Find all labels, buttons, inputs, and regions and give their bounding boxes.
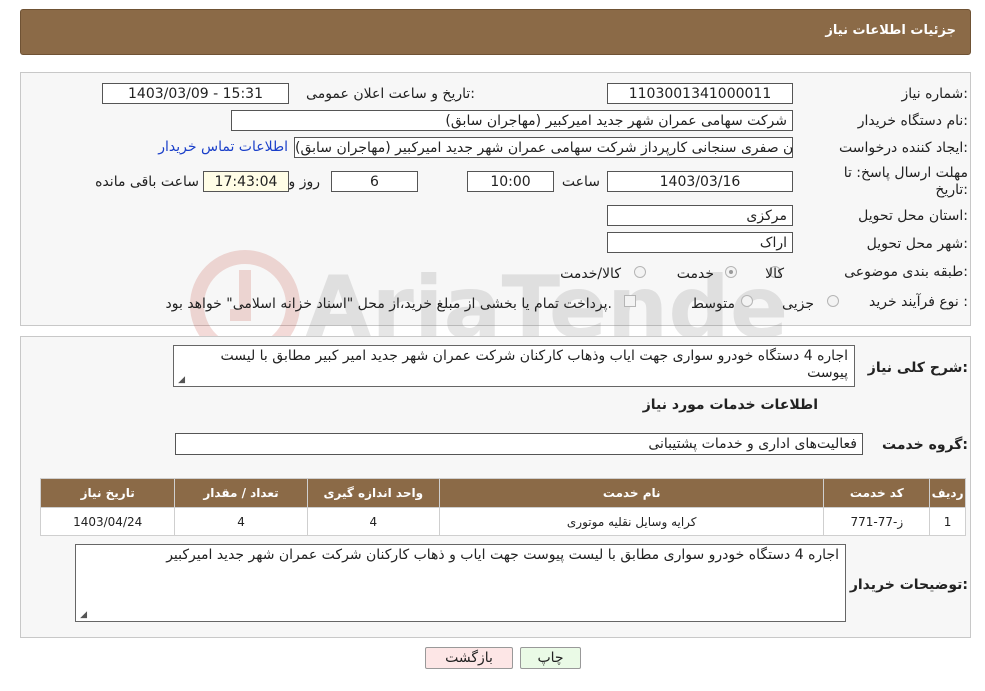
treasury-note: پرداخت تمام یا بخشی از مبلغ خرید،از محل … xyxy=(165,296,612,312)
need-number-field: 1103001341000011 xyxy=(607,83,793,104)
buyer-label: نام دستگاه خریدار: xyxy=(857,113,968,129)
print-button[interactable]: چاپ xyxy=(520,647,581,669)
service-group-field: فعالیت‌های اداری و خدمات پشتیبانی xyxy=(175,433,863,455)
deadline-time-label: ساعت xyxy=(561,174,600,190)
deadline-label-date: تاریخ: xyxy=(935,182,968,198)
col-row-header: ردیف xyxy=(929,478,966,508)
buyer-notes-textarea: اجاره 4 دستگاه خودرو سواری مطابق با لیست… xyxy=(75,544,846,622)
process-partial-radio[interactable] xyxy=(827,295,839,307)
table-header-row: ردیف کد خدمت نام خدمت واحد اندازه گیری ت… xyxy=(39,478,966,508)
remaining-time-field: 17:43:04 xyxy=(203,171,289,192)
service-name-cell: کرایه وسایل نقلیه موتوری xyxy=(438,507,825,536)
deadline-time-field: 10:00 xyxy=(467,171,554,192)
summary-textarea: اجاره 4 دستگاه خودرو سواری جهت ایاب وذها… xyxy=(173,345,855,387)
table-row: 1 ز-77-771 کرایه وسایل نقلیه موتوری 4 4 … xyxy=(39,507,966,536)
summary-label: شرح کلی نیاز: xyxy=(867,360,968,376)
need-date-cell: 1403/04/24 xyxy=(39,507,176,536)
province-label: استان محل تحویل: xyxy=(858,208,968,224)
page-header: جزئیات اطلاعات نیاز xyxy=(20,9,971,55)
days-label: روز و xyxy=(288,174,321,190)
announce-field: 1403/03/09 - 15:31 xyxy=(102,83,289,104)
process-partial-label: جزیی xyxy=(782,296,814,312)
col-unit-header: واحد اندازه گیری xyxy=(306,478,440,508)
city-label: شهر محل تحویل: xyxy=(866,236,968,252)
creator-label: ایجاد کننده درخواست: xyxy=(839,140,968,156)
col-date-header: تاریخ نیاز xyxy=(39,478,176,508)
announce-label: تاریخ و ساعت اعلان عمومی: xyxy=(306,86,475,102)
col-qty-header: تعداد / مقدار xyxy=(174,478,308,508)
category-service-radio[interactable] xyxy=(725,266,737,278)
service-code-cell: ز-77-771 xyxy=(823,507,931,536)
col-code-header: کد خدمت xyxy=(823,478,931,508)
province-field: مرکزی xyxy=(607,205,793,226)
days-field: 6 xyxy=(331,171,418,192)
summary-text: اجاره 4 دستگاه خودرو سواری جهت ایاب وذها… xyxy=(220,348,848,381)
category-goods-service-radio[interactable] xyxy=(634,266,646,278)
buyer-contact-link[interactable]: اطلاعات تماس خریدار xyxy=(158,139,288,155)
services-title: اطلاعات خدمات مورد نیاز xyxy=(642,397,818,413)
category-goods-service-label: کالا/خدمت xyxy=(560,266,621,282)
page-title: جزئیات اطلاعات نیاز xyxy=(825,23,956,38)
process-medium-radio[interactable] xyxy=(741,295,753,307)
deadline-label: مهلت ارسال پاسخ: تا xyxy=(843,165,968,181)
need-number-label: شماره نیاز: xyxy=(901,86,968,102)
back-button[interactable]: بازگشت xyxy=(425,647,513,669)
buyer-notes-label: توضیحات خریدار: xyxy=(849,577,968,593)
resize-handle-icon[interactable]: ◢ xyxy=(78,611,87,620)
services-table: ردیف کد خدمت نام خدمت واحد اندازه گیری ت… xyxy=(39,478,966,536)
col-name-header: نام خدمت xyxy=(438,478,825,508)
row-number-cell: 1 xyxy=(929,507,966,536)
unit-cell: 4 xyxy=(306,507,440,536)
service-group-label: گروه خدمت: xyxy=(882,437,968,453)
process-medium-label: متوسط xyxy=(691,296,735,312)
category-service-label: خدمت xyxy=(676,266,714,282)
process-label: نوع فرآیند خرید : xyxy=(869,294,968,310)
buyer-field: شرکت سهامی عمران شهر جدید امیرکبیر (مهاج… xyxy=(231,110,793,131)
treasury-checkbox[interactable] xyxy=(624,295,636,307)
buyer-notes-text: اجاره 4 دستگاه خودرو سواری مطابق با لیست… xyxy=(166,547,839,563)
creator-field: احسان صفری سنجانی کارپرداز شرکت سهامی عم… xyxy=(294,137,793,158)
remaining-label: ساعت باقی مانده xyxy=(95,174,199,190)
resize-handle-icon[interactable]: ◢ xyxy=(176,376,185,385)
category-label: طبقه بندی موضوعی: xyxy=(844,264,968,280)
category-goods-label: کالا xyxy=(765,266,784,282)
quantity-cell: 4 xyxy=(174,507,308,536)
city-field: اراک xyxy=(607,232,793,253)
deadline-date-field: 1403/03/16 xyxy=(607,171,793,192)
